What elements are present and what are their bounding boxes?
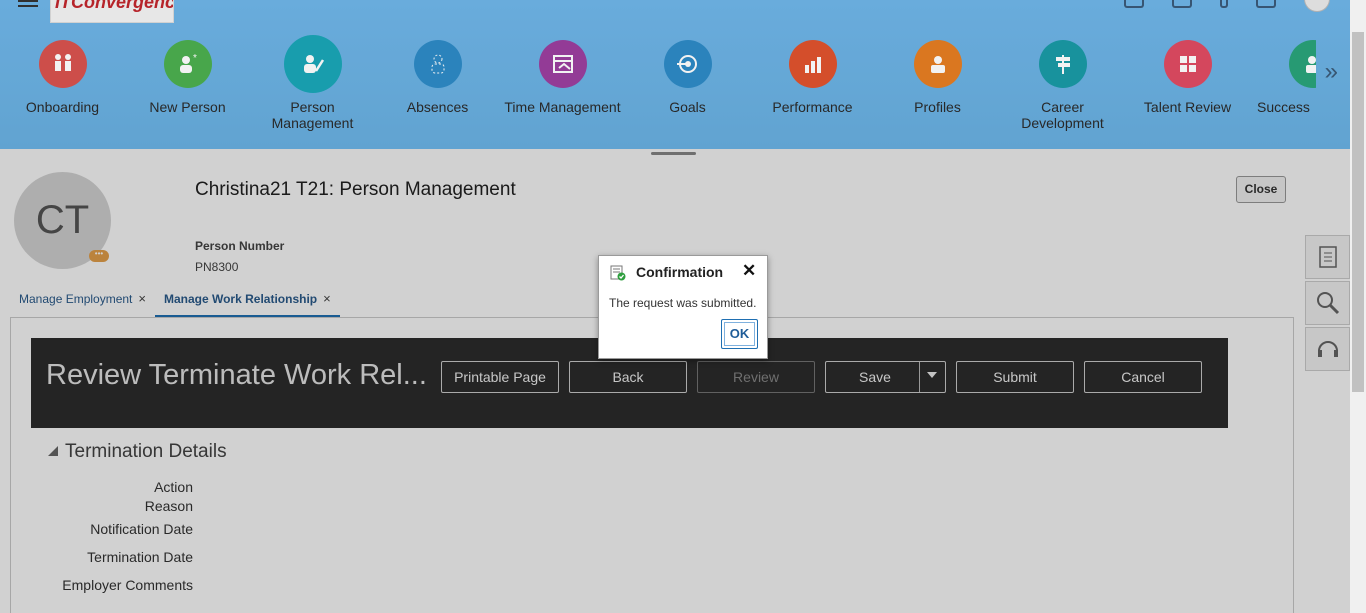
page-scrollbar[interactable] [1350, 0, 1366, 613]
confirmation-dialog: Confirmation ✕ The request was submitted… [598, 255, 768, 359]
close-icon[interactable]: ✕ [742, 261, 756, 281]
modal-overlay [0, 149, 1350, 613]
ok-button[interactable]: OK [721, 319, 758, 349]
scrollbar-thumb[interactable] [1352, 32, 1364, 392]
dialog-title: Confirmation [636, 264, 724, 280]
confirmation-icon [610, 265, 626, 281]
modal-overlay-top [0, 0, 1350, 149]
dialog-message: The request was submitted. [609, 296, 757, 310]
